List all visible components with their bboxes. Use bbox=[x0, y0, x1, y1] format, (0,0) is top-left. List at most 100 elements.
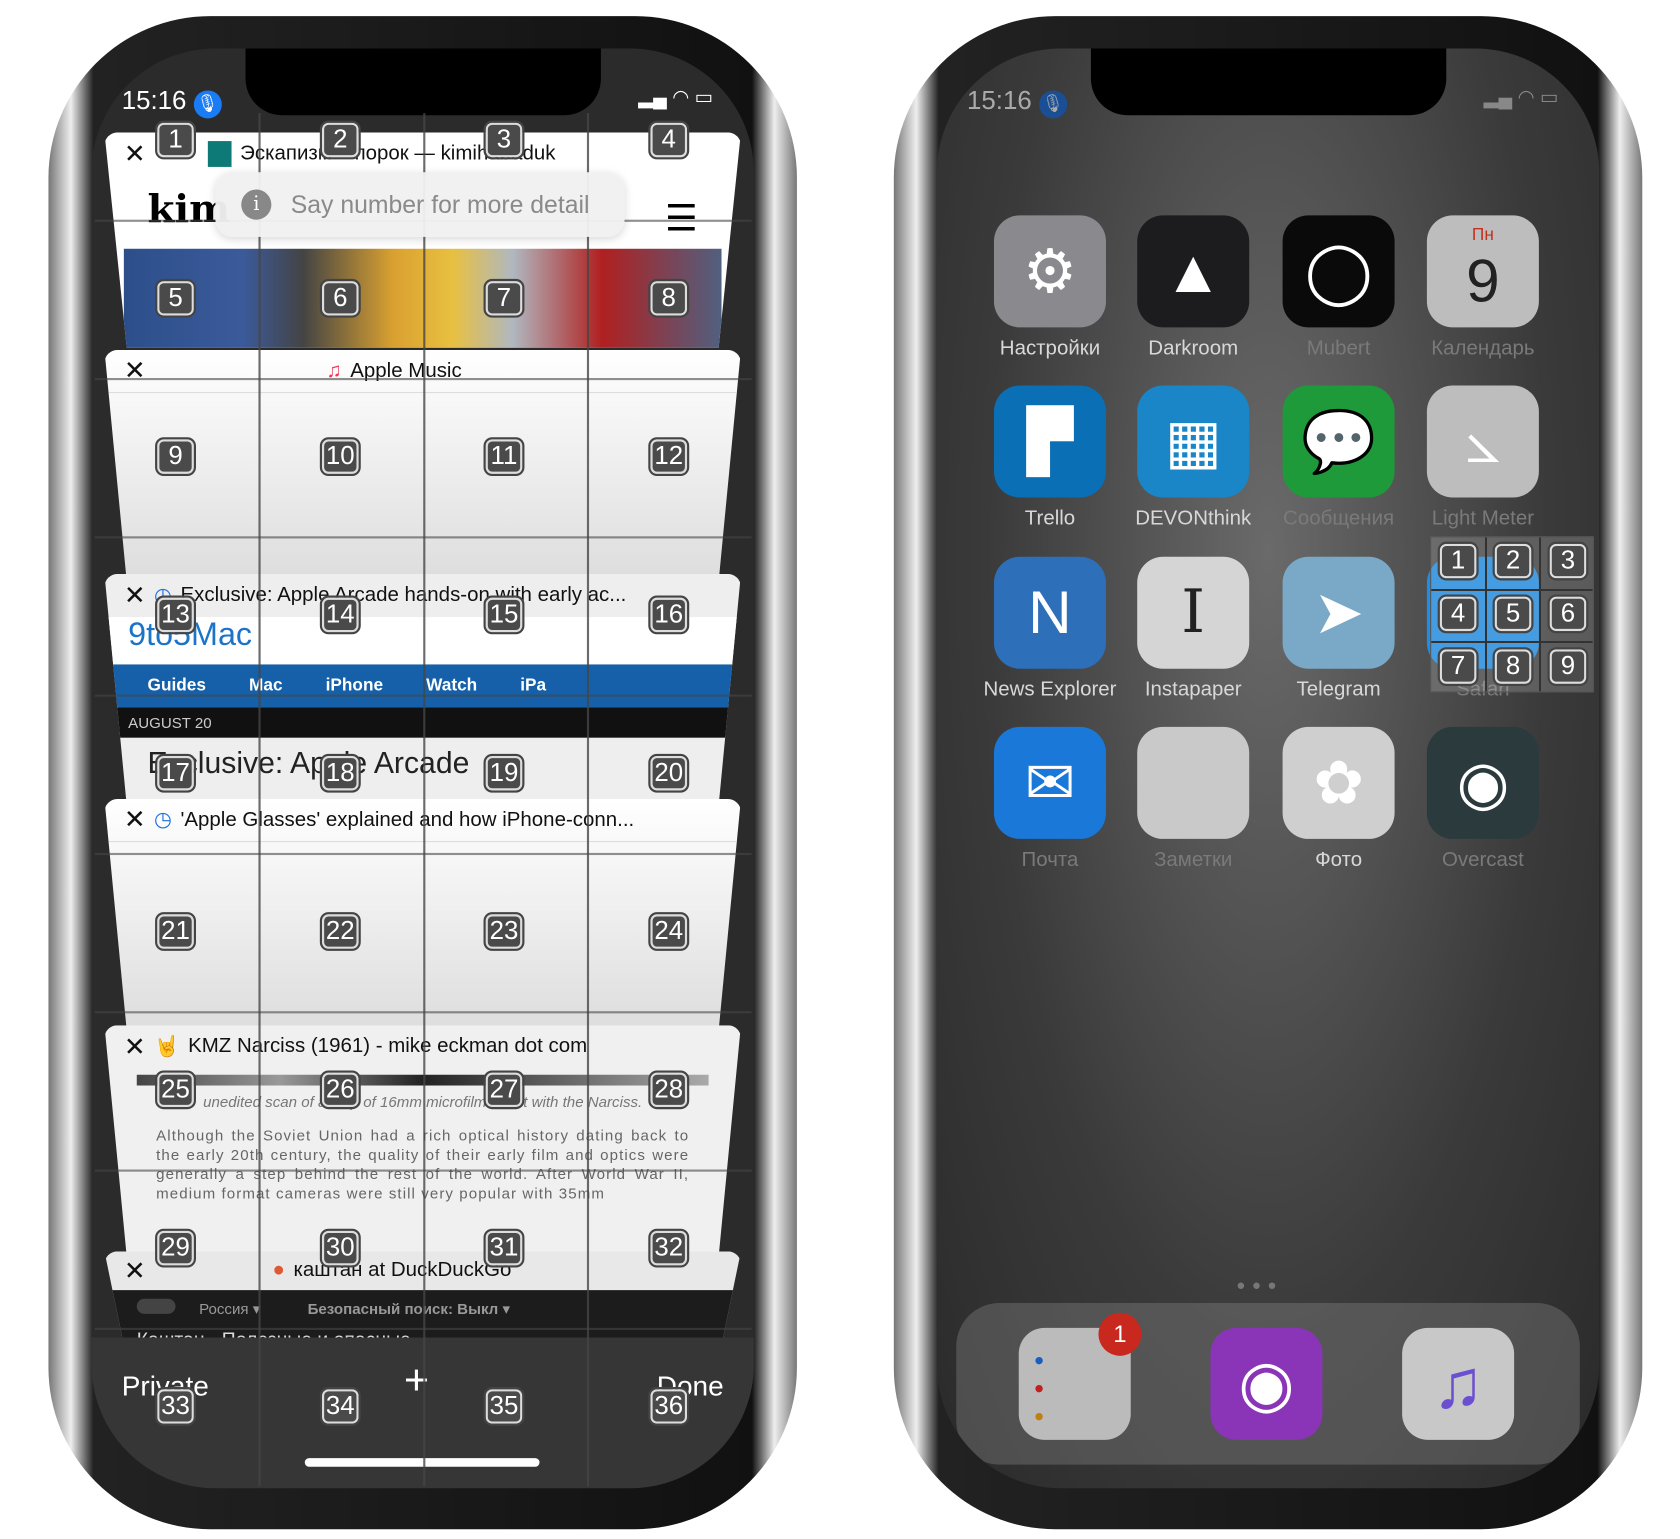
grid-number-badge[interactable]: 4 bbox=[1437, 594, 1479, 634]
grid-line bbox=[94, 852, 752, 856]
grid-number-badge[interactable]: 2 bbox=[319, 120, 361, 160]
grid-number-badge[interactable]: 9 bbox=[155, 437, 196, 476]
app-icon[interactable]: ▲ bbox=[1137, 215, 1250, 328]
grid-number-badge[interactable]: 10 bbox=[319, 437, 361, 476]
grid-number-badge[interactable]: 8 bbox=[648, 278, 690, 318]
grid-number-badge[interactable]: 29 bbox=[155, 1228, 196, 1268]
close-tab-icon[interactable]: ✕ bbox=[124, 1031, 146, 1062]
grid-number-badge[interactable]: 9 bbox=[1547, 647, 1589, 686]
page-dots[interactable]: ●●● bbox=[1236, 1276, 1283, 1293]
app-label: Telegram bbox=[1296, 678, 1381, 702]
grid-number-badge[interactable]: 16 bbox=[648, 595, 690, 635]
grid-number-badge[interactable]: 30 bbox=[319, 1228, 361, 1268]
grid-number-badge[interactable]: 25 bbox=[155, 1070, 196, 1110]
app-icon[interactable]: ▦ bbox=[1137, 385, 1250, 498]
grid-number-badge[interactable]: 26 bbox=[319, 1070, 361, 1110]
grid-line bbox=[94, 536, 752, 539]
duckduckgo-icon: ● bbox=[272, 1258, 285, 1282]
app-label: Календарь bbox=[1431, 337, 1535, 360]
grid-number-badge[interactable]: 7 bbox=[1437, 647, 1479, 686]
grid-number-badge[interactable]: 6 bbox=[1547, 594, 1589, 634]
app-icon[interactable]: N bbox=[993, 556, 1106, 669]
grid-number-badge[interactable]: 8 bbox=[1492, 647, 1534, 686]
grid-number-badge[interactable]: 33 bbox=[155, 1387, 196, 1426]
grid-number-badge[interactable]: 2 bbox=[1492, 541, 1534, 581]
grid-line bbox=[586, 113, 590, 1487]
close-tab-icon[interactable]: ✕ bbox=[124, 355, 146, 386]
grid-number-badge[interactable]: 34 bbox=[319, 1387, 361, 1426]
grid-number-badge[interactable]: 18 bbox=[319, 753, 361, 793]
right-iphone: 15:16 🎙 ▂▄ ◠ ▭ ⚙ Настройки ▲ Darkroom ◯ Muber… bbox=[893, 16, 1643, 1530]
toggle[interactable] bbox=[136, 1298, 176, 1314]
app-label: Trello bbox=[1024, 507, 1076, 530]
grid-number-badge[interactable]: 21 bbox=[155, 912, 196, 951]
microphone-icon: 🎙 bbox=[1038, 90, 1067, 119]
grid-number-badge[interactable]: 19 bbox=[483, 753, 525, 793]
app-icon[interactable] bbox=[1137, 726, 1250, 839]
grid-number-badge[interactable]: 22 bbox=[319, 912, 361, 951]
grid-number-badge[interactable]: 11 bbox=[483, 437, 525, 476]
grid-line bbox=[94, 1011, 752, 1014]
grid-line bbox=[94, 1169, 752, 1172]
grid-number-badge[interactable]: 27 bbox=[483, 1070, 525, 1110]
grid-number-badge[interactable]: 15 bbox=[483, 595, 525, 635]
app-icon[interactable]: ✉ bbox=[993, 726, 1106, 839]
app-icon[interactable]: ◉ bbox=[1426, 726, 1539, 839]
grid-number-badge[interactable]: 5 bbox=[155, 278, 196, 318]
grid-number-badge[interactable]: 36 bbox=[648, 1387, 690, 1426]
home-indicator[interactable] bbox=[304, 1458, 540, 1467]
app-icon[interactable]: I bbox=[1137, 556, 1250, 669]
close-tab-icon[interactable]: ✕ bbox=[124, 580, 146, 611]
app-icon[interactable]: ⦣ bbox=[1426, 385, 1539, 498]
grid-number-badge[interactable]: 17 bbox=[155, 753, 196, 793]
notch bbox=[244, 48, 601, 116]
battery-wifi-signal-icons: ▂▄ ◠ ▭ bbox=[638, 86, 713, 108]
grid-number-badge[interactable]: 6 bbox=[319, 278, 361, 318]
app-icon[interactable]: 💬 bbox=[1282, 385, 1395, 498]
grid-number-badge[interactable]: 5 bbox=[1492, 594, 1534, 634]
app-label: Darkroom bbox=[1148, 337, 1239, 360]
grid-number-badge[interactable]: 1 bbox=[1437, 541, 1479, 581]
grid-number-badge[interactable]: 12 bbox=[648, 437, 690, 476]
grid-number-badge[interactable]: 24 bbox=[648, 912, 690, 951]
grid-number-badge[interactable]: 31 bbox=[483, 1228, 525, 1268]
grid-number-badge[interactable]: 7 bbox=[483, 278, 525, 318]
app-icon[interactable]: ✿ bbox=[1282, 726, 1395, 839]
grid-number-badge[interactable]: 23 bbox=[483, 912, 525, 951]
menu-icon[interactable]: ☰ bbox=[665, 197, 698, 240]
close-tab-icon[interactable]: ✕ bbox=[124, 804, 146, 835]
app-icon[interactable]: ⚙ bbox=[993, 215, 1106, 328]
grid-number-badge[interactable]: 1 bbox=[155, 120, 196, 160]
close-tab-icon[interactable]: ✕ bbox=[124, 1255, 146, 1286]
app-label: Mubert bbox=[1306, 337, 1371, 360]
dock-app-music[interactable]: ♫ bbox=[1402, 1327, 1515, 1440]
tab-title: 'Apple Glasses' explained and how iPhone… bbox=[180, 808, 635, 831]
tab-title: KMZ Narciss (1961) - mike eckman dot com bbox=[188, 1034, 588, 1058]
dock-app-reminders[interactable]: ● ● ● 1 bbox=[1018, 1312, 1142, 1440]
grid-number-badge[interactable]: 28 bbox=[648, 1070, 690, 1110]
grid-number-badge[interactable]: 32 bbox=[648, 1228, 690, 1268]
app-label: Overcast bbox=[1441, 848, 1524, 872]
grid-number-badge[interactable]: 13 bbox=[155, 595, 196, 635]
dock: ● ● ● 1 ◉ ♫ bbox=[956, 1303, 1580, 1465]
status-time: 15:16 bbox=[967, 86, 1032, 116]
app-icon[interactable]: ➤ bbox=[1282, 556, 1395, 669]
notification-badge: 1 bbox=[1098, 1312, 1142, 1356]
dock-app-podcasts[interactable]: ◉ bbox=[1210, 1327, 1323, 1440]
home-screen: 15:16 🎙 ▂▄ ◠ ▭ ⚙ Настройки ▲ Darkroom ◯ Muber… bbox=[936, 48, 1600, 1489]
grid-line bbox=[258, 113, 261, 1487]
app-icon[interactable]: Пн 9 bbox=[1426, 215, 1539, 328]
grid-number-badge[interactable]: 3 bbox=[1547, 541, 1589, 581]
microphone-icon: 🎙 bbox=[193, 90, 222, 119]
app-icon[interactable]: ▛ bbox=[993, 385, 1106, 498]
app-label: Light Meter bbox=[1431, 507, 1535, 530]
close-tab-icon[interactable]: ✕ bbox=[124, 138, 146, 169]
grid-number-badge[interactable]: 4 bbox=[648, 120, 690, 160]
grid-number-badge[interactable]: 35 bbox=[483, 1387, 525, 1426]
grid-number-badge[interactable]: 20 bbox=[648, 753, 690, 793]
grid-number-badge[interactable]: 3 bbox=[483, 120, 525, 160]
tooltip: i Say number for more detail bbox=[215, 172, 625, 237]
grid-number-badge[interactable]: 14 bbox=[319, 595, 361, 635]
app-icon[interactable]: ◯ bbox=[1282, 215, 1395, 328]
app-label: Instapaper bbox=[1144, 678, 1242, 702]
